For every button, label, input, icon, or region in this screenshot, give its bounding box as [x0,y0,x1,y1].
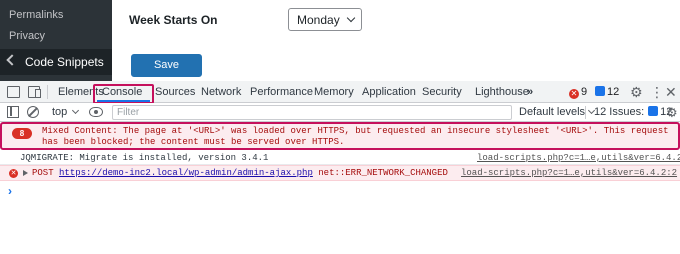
console-message-error[interactable]: ✕ POST https://demo-inc2.local/wp-admin/… [0,165,680,181]
sidebar-toggle-icon[interactable] [7,106,19,118]
source-link[interactable]: load-scripts.php?c=1…e,utils&ver=6.4.2:2 [461,168,677,178]
issue-icon [595,86,605,96]
issue-icon [648,106,659,116]
week-starts-on-label: Week Starts On [129,13,218,27]
tab-memory[interactable]: Memory [314,86,354,98]
context-value: top [52,106,68,118]
divider [47,85,48,99]
http-method: POST [32,168,54,178]
error-repeat-badge[interactable]: 8 [12,128,32,139]
error-icon: ✕ [569,89,579,99]
error-counter[interactable]: ✕ 9 [569,86,587,99]
tab-network[interactable]: Network [201,86,241,98]
repeat-count: 8 [19,129,25,138]
log-levels-dropdown[interactable]: Default levels [519,106,596,118]
console-settings-gear-icon[interactable]: ⚙ [666,105,678,121]
issue-count: 12 [607,86,620,98]
wp-sidebar: Permalinks Privacy Code Snippets [0,0,112,81]
sidebar-item-label: Code Snippets [25,55,104,69]
error-message-text: Mixed Content: The page at '<URL>' was l… [42,126,669,147]
tab-lighthouse[interactable]: Lighthouse [475,86,529,98]
source-link[interactable]: load-scripts.php?c=1…e,utils&ver=6.4.2:5 [477,153,680,163]
console-tab-highlight [93,84,154,104]
sidebar-item-code-snippets[interactable]: Code Snippets [0,49,112,75]
tab-application[interactable]: Application [362,86,416,98]
request-url-link[interactable]: https://demo-inc2.local/wp-admin/admin-a… [59,168,313,178]
select-value: Monday [297,13,340,27]
more-options-icon[interactable]: ⋮ [650,84,664,101]
filter-input[interactable] [112,105,512,120]
wp-admin-region: Permalinks Privacy Code Snippets Week St… [0,0,680,92]
error-message-text: POST https://demo-inc2.local/wp-admin/ad… [32,168,448,178]
error-icon: ✕ [9,169,18,178]
issues-label: 12 Issues: [594,106,645,118]
close-icon[interactable]: ✕ [665,84,677,101]
divider [585,106,586,119]
chevron-down-icon [346,13,356,23]
context-select[interactable]: top [52,106,80,118]
week-starts-on-select[interactable]: Monday [288,8,362,31]
tab-performance[interactable]: Performance [250,86,313,98]
error-count: 9 [581,86,588,98]
tab-sources[interactable]: Sources [155,86,195,98]
chevron-down-icon [72,106,80,115]
console-prompt[interactable]: › [8,184,12,198]
sidebar-item-permalinks[interactable]: Permalinks [9,9,63,21]
live-expression-eye-icon[interactable] [89,107,103,117]
sidebar-item-privacy[interactable]: Privacy [9,30,45,42]
console-toolbar: top Default levels 12 Issues:12 ⚙ [0,103,680,122]
issues-button[interactable]: 12 Issues: 12 [594,106,672,118]
more-tabs-button[interactable]: » [527,86,533,98]
expand-triangle-icon[interactable] [23,170,28,176]
settings-gear-icon[interactable]: ⚙ [630,84,643,101]
inspect-element-icon[interactable] [7,86,20,98]
clear-console-icon[interactable] [27,106,39,118]
console-message-log[interactable]: JQMIGRATE: Migrate is installed, version… [0,151,680,165]
console-message-error-highlighted[interactable]: 8 Mixed Content: The page at '<URL>' was… [0,122,680,150]
code-snippets-icon [6,54,18,66]
wp-settings-panel: Week Starts On Monday Save Changes [112,0,680,92]
log-message-text: JQMIGRATE: Migrate is installed, version… [20,153,269,163]
device-toolbar-icon[interactable] [28,86,41,98]
tab-security[interactable]: Security [422,86,462,98]
issue-counter[interactable]: 12 [595,86,619,98]
network-error: net::ERR_NETWORK_CHANGED [318,168,448,178]
save-changes-button[interactable]: Save Changes [131,54,202,92]
levels-label: Default levels [519,106,586,118]
